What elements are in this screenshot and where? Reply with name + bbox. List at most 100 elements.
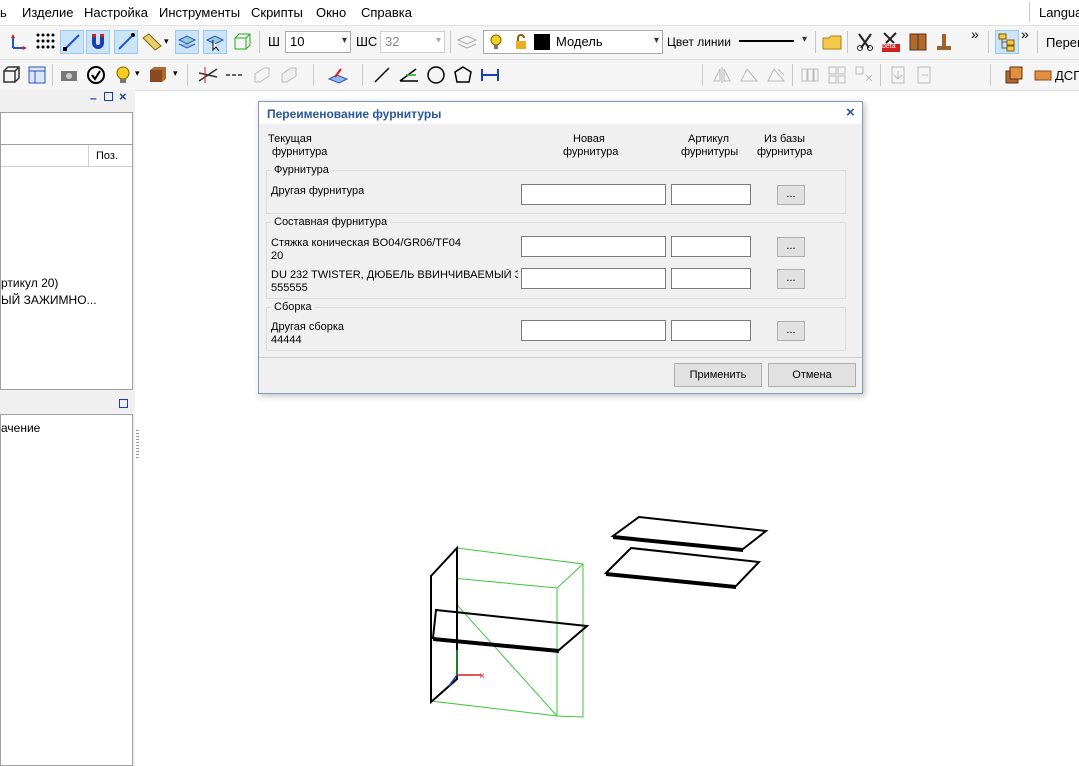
panel-toolbar-area bbox=[0, 112, 133, 144]
leg-icon[interactable] bbox=[932, 30, 956, 54]
properties-panel[interactable]: ачение bbox=[0, 414, 133, 766]
menu-item-file[interactable]: ь bbox=[0, 5, 7, 20]
view-panel-icon[interactable] bbox=[25, 63, 49, 87]
article-input[interactable] bbox=[671, 268, 751, 289]
panel-move-disabled-icon bbox=[764, 63, 788, 87]
ws-combo[interactable]: 32 ▾ bbox=[380, 31, 445, 53]
line-color-combo[interactable]: ▾ bbox=[737, 31, 809, 53]
lightbulb-icon[interactable] bbox=[111, 63, 135, 87]
furniture-list[interactable]: Поз. ртикул 20) ЫЙ ЗАЖИМНО... bbox=[0, 144, 133, 390]
line-tool-icon[interactable] bbox=[370, 63, 394, 87]
apply-button[interactable]: Применить bbox=[674, 363, 762, 387]
menu-item-settings[interactable]: Настройка bbox=[84, 5, 148, 20]
width-label: Ш bbox=[268, 34, 280, 49]
dimension-tool-icon[interactable] bbox=[478, 63, 502, 87]
column-header-pos[interactable]: Поз. bbox=[89, 145, 132, 167]
new-hardware-input[interactable] bbox=[521, 320, 666, 341]
toolbar-overflow[interactable]: » bbox=[971, 26, 979, 42]
close-icon[interactable]: × bbox=[119, 89, 127, 104]
menu-item-tools[interactable]: Инструменты bbox=[159, 5, 240, 20]
move-disabled-icon bbox=[852, 63, 876, 87]
ruler-dropdown-arrow-icon[interactable]: ▾ bbox=[164, 36, 169, 47]
width-combo[interactable]: 10 ▾ bbox=[285, 31, 351, 53]
cut-beta-icon[interactable]: beta bbox=[879, 30, 903, 54]
list-item[interactable]: ртикул 20) bbox=[1, 276, 58, 290]
menu-item-product[interactable]: Изделие bbox=[22, 5, 73, 20]
dialog-title-bar[interactable]: Переименование фурнитуры × bbox=[259, 102, 862, 124]
material-dropdown-arrow-icon[interactable]: ▾ bbox=[173, 68, 178, 79]
new-hardware-input[interactable] bbox=[521, 268, 666, 289]
layers-pen-icon[interactable] bbox=[175, 30, 199, 54]
check-circle-icon[interactable] bbox=[84, 63, 108, 87]
cube-wire-icon[interactable] bbox=[0, 63, 24, 87]
toolbar-overflow-2[interactable]: » bbox=[1021, 26, 1029, 42]
color-swatch[interactable] bbox=[534, 34, 550, 50]
panels-stack-icon[interactable] bbox=[1002, 63, 1026, 87]
current-hardware-code: 20 bbox=[271, 250, 284, 262]
camera-icon[interactable] bbox=[57, 63, 81, 87]
column-header-name[interactable] bbox=[1, 145, 89, 167]
maximize-icon[interactable] bbox=[119, 399, 128, 408]
width-value: 10 bbox=[290, 34, 305, 49]
new-hardware-input[interactable] bbox=[521, 236, 666, 257]
article-input[interactable] bbox=[671, 320, 751, 341]
chipboard-icon[interactable] bbox=[1031, 63, 1055, 87]
browse-db-button[interactable]: ... bbox=[777, 237, 805, 257]
snap-endpoint-icon[interactable] bbox=[60, 30, 84, 54]
cabinet-frame: × bbox=[430, 545, 590, 718]
group-hardware-label: Фурнитура bbox=[271, 164, 332, 176]
new-hardware-input[interactable] bbox=[521, 184, 666, 205]
grid-dots-icon[interactable] bbox=[33, 30, 57, 54]
browse-db-button[interactable]: ... bbox=[777, 185, 805, 205]
maximize-icon[interactable] bbox=[104, 92, 113, 101]
menu-item-window[interactable]: Окно bbox=[316, 5, 346, 20]
beta-badge: beta bbox=[882, 43, 896, 50]
panel-disabled-2-icon bbox=[277, 63, 301, 87]
article-input[interactable] bbox=[671, 184, 751, 205]
light-dropdown-arrow-icon[interactable]: ▾ bbox=[135, 68, 140, 79]
toolbar-second: ▾ ▾ ДСП bbox=[0, 60, 1079, 91]
browse-db-button[interactable]: ... bbox=[777, 321, 805, 341]
browse-db-button[interactable]: ... bbox=[777, 269, 805, 289]
current-hardware-name: Стяжка коническая BO04/GR06/TF04 bbox=[271, 237, 461, 249]
header-db-2: фурнитура bbox=[757, 146, 813, 158]
rename-hardware-dialog: Переименование фурнитуры × Текущая фурни… bbox=[258, 101, 863, 394]
article-input[interactable] bbox=[671, 236, 751, 257]
minimize-icon[interactable]: – bbox=[90, 91, 97, 105]
line-sample bbox=[739, 40, 794, 42]
layers-icon[interactable] bbox=[455, 30, 479, 54]
dialog-title: Переименование фурнитуры bbox=[267, 107, 442, 121]
ruler-icon[interactable] bbox=[140, 30, 164, 54]
magnet-icon[interactable] bbox=[86, 30, 110, 54]
list-item[interactable]: ЫЙ ЗАЖИМНО... bbox=[1, 293, 97, 307]
close-icon[interactable]: × bbox=[846, 104, 855, 121]
material-cube-icon[interactable] bbox=[146, 63, 170, 87]
layer-combo[interactable]: Модель ▾ bbox=[483, 30, 663, 54]
dashed-line-icon[interactable] bbox=[223, 63, 247, 87]
project-plane-icon[interactable] bbox=[326, 63, 350, 87]
snap-line-icon[interactable] bbox=[114, 30, 138, 54]
left-panel: – × Поз. ртикул 20) ЫЙ ЗАЖИМНО... ачение bbox=[0, 89, 135, 766]
green-box-icon[interactable] bbox=[230, 30, 254, 54]
angle-line-icon[interactable] bbox=[397, 63, 421, 87]
axis-snap-icon[interactable] bbox=[7, 30, 31, 54]
current-assembly-code: 44444 bbox=[271, 334, 302, 346]
circle-tool-icon[interactable] bbox=[424, 63, 448, 87]
current-hardware-code: 555555 bbox=[271, 282, 308, 294]
lock-icon[interactable] bbox=[514, 33, 528, 54]
chipboard-label[interactable]: ДСП bbox=[1055, 68, 1079, 83]
intersect-lines-icon[interactable] bbox=[196, 63, 220, 87]
rename-label[interactable]: Переи bbox=[1046, 35, 1079, 50]
lightbulb-icon[interactable] bbox=[489, 33, 503, 54]
cabinet-icon[interactable] bbox=[906, 30, 930, 54]
tree-icon[interactable] bbox=[995, 30, 1019, 54]
cancel-button[interactable]: Отмена bbox=[768, 363, 856, 387]
polygon-tool-icon[interactable] bbox=[451, 63, 475, 87]
menu-item-scripts[interactable]: Скрипты bbox=[251, 5, 303, 20]
scissors-icon[interactable] bbox=[853, 30, 877, 54]
language-menu[interactable]: Langua bbox=[1039, 5, 1079, 20]
menu-item-help[interactable]: Справка bbox=[361, 5, 412, 20]
footer-divider bbox=[259, 357, 862, 358]
folder-icon[interactable] bbox=[820, 30, 844, 54]
select-arrow-icon[interactable] bbox=[203, 30, 227, 54]
